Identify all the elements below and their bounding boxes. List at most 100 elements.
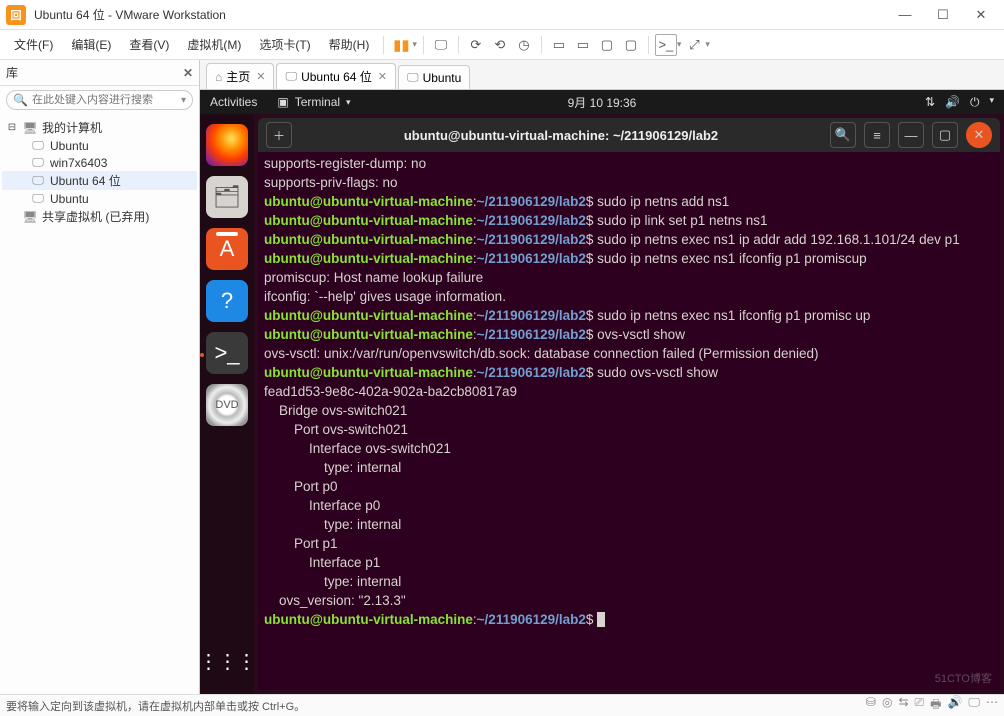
menu-bar: 文件(F) 编辑(E) 查看(V) 虚拟机(M) 选项卡(T) 帮助(H) ▮▮… — [0, 30, 1004, 60]
layout-1-icon[interactable]: ▭ — [548, 34, 570, 56]
status-display-icon[interactable]: 🖵 — [968, 695, 980, 716]
tree-item-ubuntu64[interactable]: 🖵 Ubuntu 64 位 — [2, 171, 197, 190]
status-net-icon[interactable]: ⇆ — [898, 695, 908, 716]
window-title: Ubuntu 64 位 - VMware Workstation — [34, 6, 226, 23]
new-tab-button[interactable]: ＋ — [266, 122, 292, 148]
vm-icon: 🖵 — [285, 69, 297, 84]
show-apps-icon[interactable]: ⋮⋮⋮ — [206, 640, 248, 682]
status-hint: 要将输入定向到该虚拟机，请在虚拟机内部单击或按 Ctrl+G。 — [6, 698, 305, 714]
toolbar-revert-icon[interactable]: ⟲ — [489, 34, 511, 56]
menu-file[interactable]: 文件(F) — [6, 33, 61, 56]
menu-vm[interactable]: 虚拟机(M) — [179, 33, 249, 56]
gnome-app-label: Terminal — [295, 95, 340, 109]
maximize-button[interactable]: ☐ — [926, 5, 960, 25]
tree-item-ubuntu2[interactable]: 🖵 Ubuntu — [2, 190, 197, 207]
chevron-down-icon: ▾ — [346, 97, 351, 108]
terminal-body[interactable]: supports-register-dump: no supports-priv… — [258, 152, 1000, 690]
menu-tabs[interactable]: 选项卡(T) — [251, 33, 318, 56]
layout-3-icon[interactable]: ▢ — [596, 34, 618, 56]
volume-icon[interactable]: 🔊 — [945, 95, 960, 110]
search-input[interactable] — [32, 94, 177, 106]
close-button[interactable]: ✕ — [964, 5, 998, 25]
terminal-icon: ▣ — [277, 95, 288, 109]
library-tree: ⊟ 🖥 我的计算机 🖵 Ubuntu 🖵 win7x6403 🖵 Ubuntu … — [0, 114, 199, 230]
terminal-maximize-button[interactable]: ▢ — [932, 122, 958, 148]
library-title: 库 — [6, 64, 18, 81]
tree-root-my-computer[interactable]: ⊟ 🖥 我的计算机 — [2, 118, 197, 137]
vm-icon: 🖵 — [30, 191, 46, 206]
status-sound-icon[interactable]: 🔊 — [947, 695, 962, 716]
files-icon[interactable]: 🗂 — [206, 176, 248, 218]
terminal-minimize-button[interactable]: — — [898, 122, 924, 148]
terminal-search-button[interactable]: 🔍 — [830, 122, 856, 148]
terminal-dock-icon[interactable]: >_ — [206, 332, 248, 374]
gnome-clock[interactable]: 9月 10 19:36 — [568, 94, 637, 111]
gnome-app-menu[interactable]: ▣ Terminal ▾ — [277, 95, 350, 109]
terminal-output: supports-register-dump: no supports-priv… — [264, 154, 994, 629]
vm-icon: 🖵 — [407, 70, 419, 85]
search-icon: 🔍 — [13, 93, 28, 107]
library-close-icon[interactable]: ✕ — [183, 66, 193, 80]
tree-item-win7[interactable]: 🖵 win7x6403 — [2, 154, 197, 171]
tree-item-ubuntu[interactable]: 🖵 Ubuntu — [2, 137, 197, 154]
shared-icon: 🖥 — [22, 210, 38, 224]
computer-icon: 🖥 — [22, 121, 38, 135]
terminal-close-button[interactable]: ✕ — [966, 122, 992, 148]
menu-view[interactable]: 查看(V) — [121, 33, 177, 56]
status-more-icon[interactable]: ⋯ — [986, 695, 998, 716]
dvd-icon[interactable]: DVD — [206, 384, 248, 426]
tree-label: win7x6403 — [50, 156, 107, 170]
vm-icon: 🖵 — [30, 173, 46, 188]
console-icon[interactable]: >_ — [655, 34, 677, 56]
tree-label: 共享虚拟机 (已弃用) — [42, 208, 149, 225]
tree-shared-vms[interactable]: 🖥 共享虚拟机 (已弃用) — [2, 207, 197, 226]
gnome-top-bar: Activities ▣ Terminal ▾ 9月 10 19:36 ⇅ 🔊 … — [200, 90, 1004, 114]
window-titlebar: 回 Ubuntu 64 位 - VMware Workstation — ☐ ✕ — [0, 0, 1004, 30]
collapse-icon[interactable]: ⊟ — [6, 122, 18, 133]
vm-icon: 🖵 — [30, 155, 46, 170]
terminal-title: ubuntu@ubuntu-virtual-machine: ~/2119061… — [300, 128, 822, 143]
software-icon[interactable]: A — [206, 228, 248, 270]
chevron-down-icon[interactable]: ▾ — [989, 95, 994, 110]
watermark: 51CTO博客 — [935, 670, 992, 686]
terminal-window: ＋ ubuntu@ubuntu-virtual-machine: ~/21190… — [258, 118, 1000, 690]
menu-help[interactable]: 帮助(H) — [321, 33, 378, 56]
toolbar-snapshot-icon[interactable]: ⟳ — [465, 34, 487, 56]
status-disk-icon[interactable]: ⛁ — [866, 695, 876, 716]
status-cd-icon[interactable]: ◎ — [882, 695, 892, 716]
tree-label: 我的计算机 — [42, 119, 102, 136]
layout-2-icon[interactable]: ▭ — [572, 34, 594, 56]
vm-icon: 🖵 — [30, 138, 46, 153]
search-dropdown-icon[interactable]: ▾ — [181, 95, 186, 106]
toolbar-monitor-icon[interactable]: 🖵 — [430, 34, 452, 56]
library-search[interactable]: 🔍 ▾ — [6, 90, 193, 110]
layout-4-icon[interactable]: ▢ — [620, 34, 642, 56]
cursor — [597, 612, 605, 627]
status-usb-icon[interactable]: ⎚ — [915, 695, 925, 716]
status-printer-icon[interactable]: 🖶 — [930, 695, 941, 716]
fullscreen-icon[interactable]: ⤢ — [683, 34, 705, 56]
menu-edit[interactable]: 编辑(E) — [63, 33, 119, 56]
status-bar: 要将输入定向到该虚拟机，请在虚拟机内部单击或按 Ctrl+G。 ⛁ ◎ ⇆ ⎚ … — [0, 694, 1004, 716]
tab-close-icon[interactable]: ✕ — [378, 70, 387, 83]
vm-tabstrip: ⌂ 主页 ✕ 🖵 Ubuntu 64 位 ✕ 🖵 Ubuntu — [200, 60, 1004, 90]
firefox-icon[interactable] — [206, 124, 248, 166]
activities-button[interactable]: Activities — [210, 95, 257, 109]
home-icon: ⌂ — [215, 70, 222, 84]
vm-console[interactable]: Activities ▣ Terminal ▾ 9月 10 19:36 ⇅ 🔊 … — [200, 90, 1004, 694]
help-icon[interactable]: ? — [206, 280, 248, 322]
ubuntu-dock: 🗂 A ? >_ DVD ⋮⋮⋮ — [200, 114, 254, 694]
tab-label: Ubuntu — [423, 71, 462, 85]
tab-ubuntu[interactable]: 🖵 Ubuntu — [398, 65, 470, 89]
toolbar-manage-icon[interactable]: ◷ — [513, 34, 535, 56]
network-icon[interactable]: ⇅ — [925, 95, 935, 110]
tree-label: Ubuntu — [50, 192, 89, 206]
tab-close-icon[interactable]: ✕ — [256, 70, 265, 83]
power-icon[interactable]: ⏻ — [970, 95, 980, 110]
tab-ubuntu64[interactable]: 🖵 Ubuntu 64 位 ✕ — [276, 63, 396, 89]
tab-home[interactable]: ⌂ 主页 ✕ — [206, 63, 274, 89]
minimize-button[interactable]: — — [888, 5, 922, 25]
pause-icon[interactable]: ▮▮ — [390, 34, 412, 56]
app-icon: 回 — [6, 5, 26, 25]
terminal-menu-button[interactable]: ≡ — [864, 122, 890, 148]
